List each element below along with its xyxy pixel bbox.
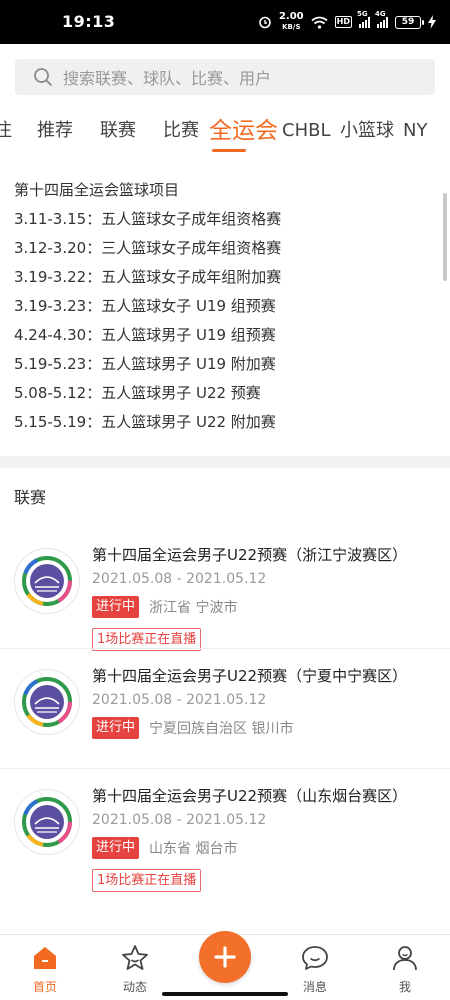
league-title: 第十四届全运会男子U22预赛（浙江宁波赛区） bbox=[92, 546, 408, 564]
league-date: 2021.05.08 - 2021.05.12 bbox=[92, 812, 267, 828]
national-games-logo-icon bbox=[14, 669, 80, 735]
schedule-line: 5.15-5.19：五人篮球男子 U22 附加赛 bbox=[14, 413, 276, 431]
schedule-line: 3.12-3.20：三人篮球女子成年组资格赛 bbox=[14, 239, 282, 257]
tab-leagues[interactable]: 联赛 bbox=[100, 105, 136, 157]
plus-icon bbox=[214, 946, 236, 968]
status-badge: 进行中 bbox=[92, 596, 140, 618]
signal-5g-icon: 5G bbox=[357, 10, 370, 28]
active-tab-indicator bbox=[212, 149, 246, 152]
status-badge: 进行中 bbox=[92, 837, 140, 859]
tab-matches[interactable]: 比赛 bbox=[163, 105, 199, 157]
schedule-line: 3.11-3.15：五人篮球女子成年组资格赛 bbox=[14, 210, 282, 228]
network-speed: 2.00 KB/S bbox=[278, 11, 304, 32]
bottom-nav: 首页 动态 消息 我 bbox=[0, 931, 450, 1000]
league-date: 2021.05.08 - 2021.05.12 bbox=[92, 571, 267, 587]
create-post-button[interactable] bbox=[199, 931, 251, 983]
schedule-line: 3.19-3.22：五人篮球女子成年组附加赛 bbox=[14, 268, 282, 286]
nav-home[interactable]: 首页 bbox=[0, 935, 90, 1000]
tab-recommend[interactable]: 推荐 bbox=[37, 105, 73, 157]
status-time: 19:13 bbox=[62, 12, 116, 31]
nav-home-label: 首页 bbox=[32, 980, 57, 994]
search-icon bbox=[25, 59, 61, 95]
nav-me-label: 我 bbox=[398, 980, 411, 994]
home-indicator bbox=[162, 992, 288, 996]
league-location: 宁夏回族自治区 银川市 bbox=[149, 721, 294, 737]
nav-messages[interactable]: 消息 bbox=[270, 935, 360, 1000]
schedule-line: 5.08-5.12：五人篮球男子 U22 预赛 bbox=[14, 384, 261, 402]
league-item[interactable]: 第十四届全运会男子U22预赛（山东烟台赛区） 2021.05.08 - 2021… bbox=[0, 768, 450, 892]
charging-icon bbox=[428, 15, 436, 29]
national-games-logo-icon bbox=[14, 548, 80, 614]
schedule-heading: 第十四届全运会篮球项目 bbox=[14, 181, 180, 199]
search-placeholder: 搜索联赛、球队、比赛、用户 bbox=[63, 69, 272, 88]
schedule-notice: 第十四届全运会篮球项目 3.11-3.15：五人篮球女子成年组资格赛 3.12-… bbox=[14, 178, 424, 439]
section-divider bbox=[0, 456, 450, 468]
league-item[interactable]: 第十四届全运会男子U22预赛（浙江宁波赛区） 2021.05.08 - 2021… bbox=[0, 528, 450, 651]
league-title: 第十四届全运会男子U22预赛（宁夏中宁赛区） bbox=[92, 667, 408, 685]
wifi-icon bbox=[311, 16, 328, 29]
schedule-line: 5.19-5.23：五人篮球男子 U19 附加赛 bbox=[14, 355, 276, 373]
tab-ny[interactable]: NY bbox=[403, 105, 427, 157]
section-title-leagues: 联赛 bbox=[14, 488, 47, 507]
user-icon bbox=[393, 946, 417, 971]
status-badge: 进行中 bbox=[92, 717, 140, 739]
home-icon bbox=[34, 947, 56, 969]
signal-4g-icon: 4G bbox=[375, 10, 388, 28]
status-bar: 19:13 2.00 KB/S HD 5G 4G 59 bbox=[0, 0, 450, 44]
league-item[interactable]: 第十四届全运会男子U22预赛（宁夏中宁赛区） 2021.05.08 - 2021… bbox=[0, 648, 450, 768]
live-badge[interactable]: 1场比赛正在直播 bbox=[92, 869, 202, 892]
chat-bubble-icon bbox=[302, 946, 328, 970]
league-location: 山东省 烟台市 bbox=[149, 841, 238, 857]
nav-me[interactable]: 我 bbox=[360, 935, 450, 1000]
league-title: 第十四届全运会男子U22预赛（山东烟台赛区） bbox=[92, 787, 408, 805]
tab-chbl[interactable]: CHBL bbox=[282, 105, 330, 157]
status-icons: 2.00 KB/S HD 5G 4G 59 bbox=[258, 8, 436, 36]
alarm-icon bbox=[259, 16, 271, 29]
star-icon bbox=[122, 945, 148, 970]
schedule-line: 3.19-3.23：五人篮球女子 U19 组预赛 bbox=[14, 297, 276, 315]
schedule-scrollbar[interactable] bbox=[443, 193, 447, 281]
schedule-line: 4.24-4.30：五人篮球男子 U19 组预赛 bbox=[14, 326, 276, 344]
battery-icon: 59 bbox=[395, 15, 424, 29]
tab-following[interactable]: 注 bbox=[0, 105, 12, 157]
search-bar[interactable]: 搜索联赛、球队、比赛、用户 bbox=[15, 59, 435, 95]
league-date: 2021.05.08 - 2021.05.12 bbox=[92, 692, 267, 708]
nav-feed[interactable]: 动态 bbox=[90, 935, 180, 1000]
national-games-logo-icon bbox=[14, 789, 80, 855]
tab-mini-basketball[interactable]: 小篮球 bbox=[340, 105, 394, 157]
league-list: 第十四届全运会男子U22预赛（浙江宁波赛区） 2021.05.08 - 2021… bbox=[0, 528, 450, 892]
league-location: 浙江省 宁波市 bbox=[149, 600, 238, 616]
hd-icon: HD bbox=[334, 16, 352, 28]
